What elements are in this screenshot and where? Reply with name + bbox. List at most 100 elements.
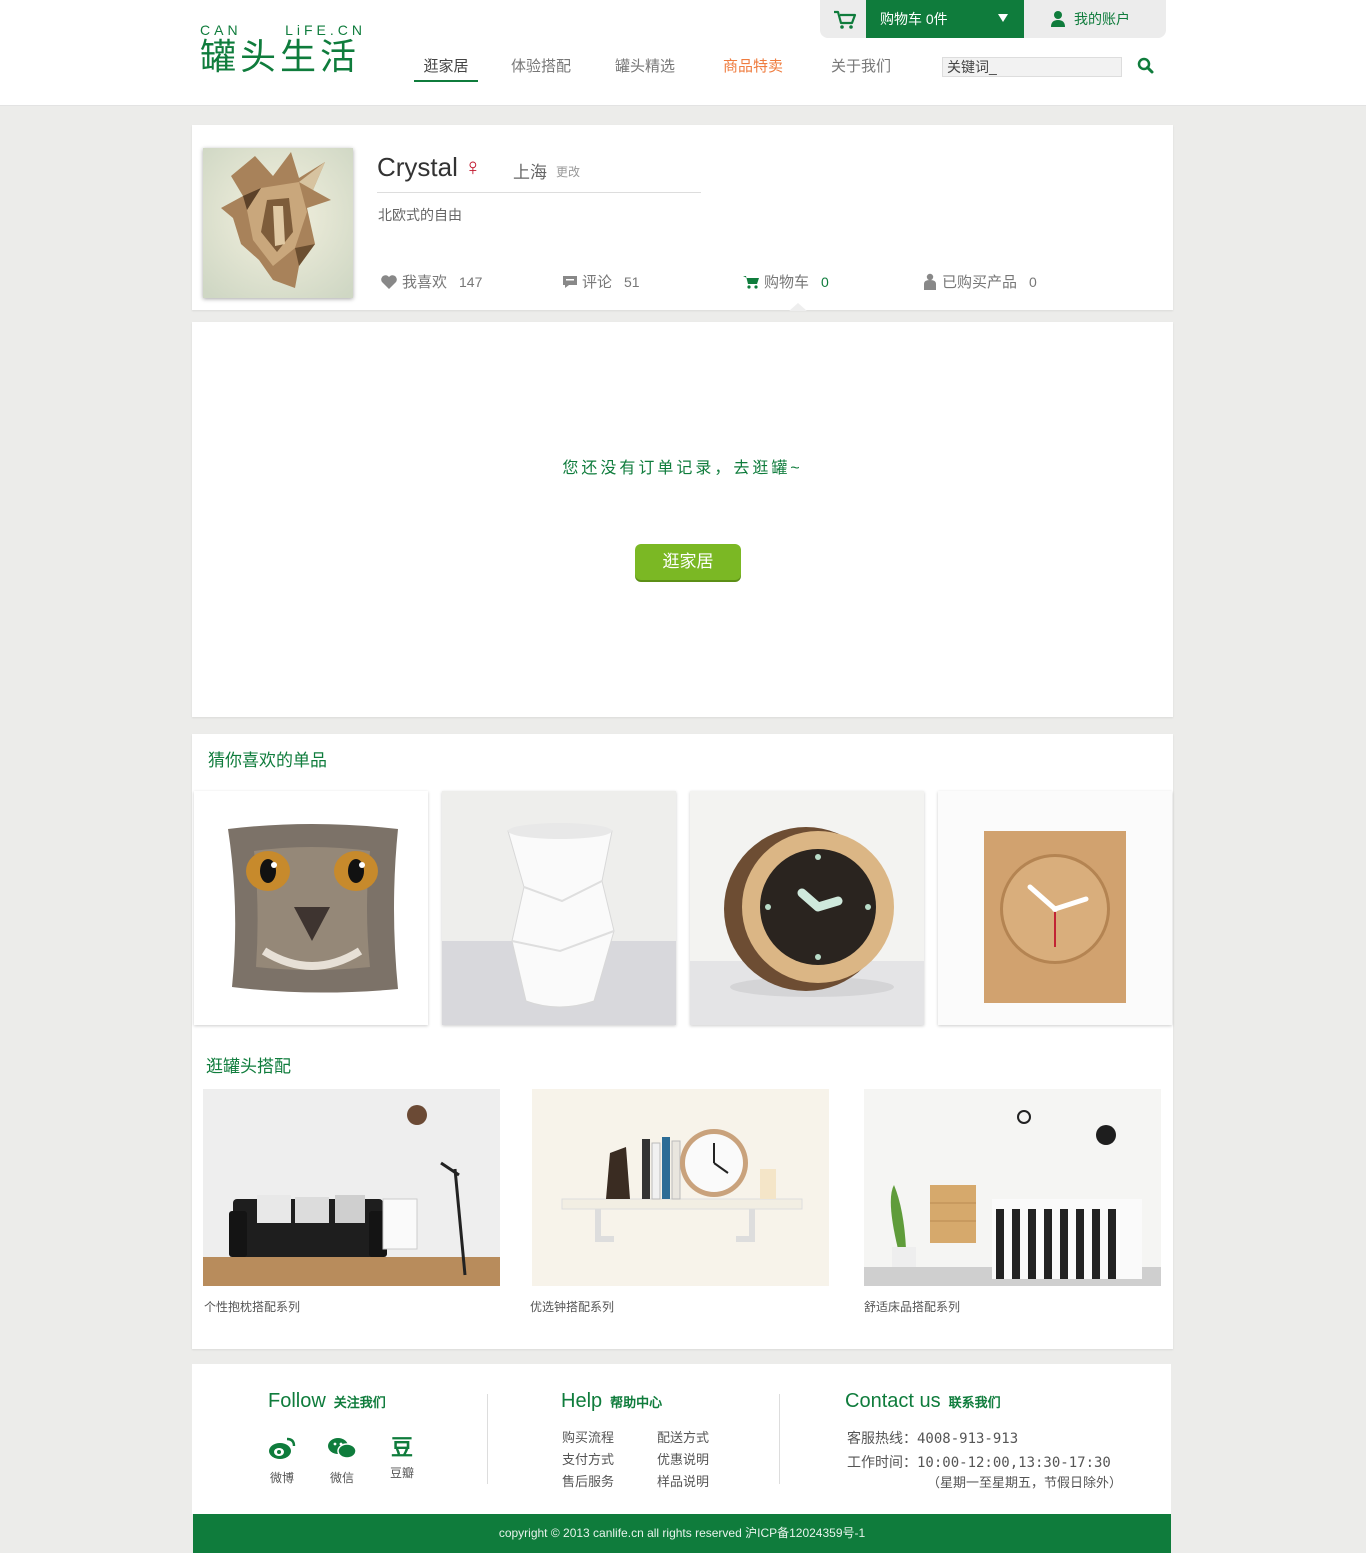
- stat-cart[interactable]: 购物车 0: [742, 271, 829, 292]
- combo-caption-clock[interactable]: 优选钟搭配系列: [530, 1298, 614, 1315]
- user-name-row: Crystal ♀: [377, 152, 482, 183]
- cart-dropdown[interactable]: 购物车 0件: [866, 0, 1024, 38]
- contact-hours-note: （星期一至星期五，节假日除外）: [927, 1476, 1123, 1491]
- profile-divider: [377, 192, 701, 193]
- stat-label: 购物车: [764, 274, 810, 291]
- social-douban[interactable]: 豆 豆瓣: [382, 1436, 422, 1481]
- follow-en: Follow: [268, 1390, 326, 1412]
- logo-en-right: LiFE.CN: [285, 22, 366, 38]
- user-city: 上海: [513, 163, 547, 182]
- nav-item-about[interactable]: 关于我们: [828, 56, 894, 82]
- product-image-white-vase: [442, 791, 676, 1025]
- orders-panel: 您还没有订单记录，去逛罐~ 逛家居: [192, 322, 1173, 717]
- nav-item-sale[interactable]: 商品特卖: [720, 56, 786, 82]
- search-icon: [1137, 57, 1154, 74]
- account-label: 我的账户: [1074, 11, 1130, 27]
- help-cn: 帮助中心: [610, 1395, 663, 1410]
- social-label: 豆瓣: [389, 1466, 414, 1480]
- combo-card[interactable]: [532, 1089, 829, 1286]
- comment-icon: [563, 275, 577, 288]
- contact-hotline: 客服热线：4008-913-913: [847, 1431, 1019, 1447]
- help-link[interactable]: 购买流程: [562, 1427, 614, 1446]
- user-name: Crystal: [377, 152, 458, 182]
- cart-icon: [834, 10, 857, 29]
- help-link[interactable]: 优惠说明: [657, 1449, 709, 1468]
- douban-icon: 豆: [390, 1435, 413, 1460]
- recommend-title: 猜你喜欢的单品: [208, 751, 327, 770]
- combo-card[interactable]: [864, 1089, 1161, 1286]
- product-image-round-clock: [690, 791, 924, 1025]
- combo-card[interactable]: [203, 1089, 500, 1286]
- avatar[interactable]: [203, 148, 353, 298]
- logo-chinese: 罐头生活: [200, 37, 361, 78]
- combos-title: 逛罐头搭配: [206, 1057, 291, 1076]
- female-icon: ♀: [463, 153, 482, 181]
- help-link[interactable]: 配送方式: [657, 1427, 709, 1446]
- main-nav: 逛家居 体验搭配 罐头精选 商品特卖 关于我们: [414, 56, 894, 82]
- bag-icon: [924, 273, 936, 290]
- stat-value: 0: [1029, 273, 1037, 290]
- product-image-square-clock: [938, 791, 1172, 1025]
- stat-label: 已购买产品: [942, 274, 1018, 291]
- heart-icon: [381, 274, 397, 289]
- search-input[interactable]: 关键词_: [942, 57, 1122, 77]
- profile-card: Crystal ♀ 上海 更改 北欧式的自由 我喜欢 147 评论 51 购物车…: [192, 125, 1173, 311]
- stat-purchased[interactable]: 已购买产品 0: [922, 271, 1037, 292]
- follow-cn: 关注我们: [333, 1395, 386, 1410]
- product-card[interactable]: [690, 791, 924, 1025]
- combo-image-sofa: [203, 1089, 500, 1286]
- browse-home-button[interactable]: 逛家居: [635, 544, 741, 580]
- nav-item-experience[interactable]: 体验搭配: [508, 56, 574, 82]
- recommend-section: 猜你喜欢的单品 逛罐头搭配 个性抱枕搭配系列 优选钟搭配系列 舒适床品搭配系列: [192, 734, 1173, 1349]
- contact-heading: Contact us 联系我们: [845, 1390, 1001, 1413]
- site-footer: Follow 关注我们 微博 微信 豆 豆瓣 Help 帮助中心 购买流程 配送…: [192, 1364, 1171, 1514]
- help-heading: Help 帮助中心: [561, 1390, 662, 1413]
- cart-count-label: 购物车 0件: [880, 11, 948, 27]
- combo-caption-bedding[interactable]: 舒适床品搭配系列: [864, 1298, 960, 1315]
- social-label: 微信: [329, 1471, 354, 1485]
- contact-en: Contact us: [845, 1390, 941, 1412]
- cart-icon: [743, 275, 759, 289]
- nav-item-home[interactable]: 逛家居: [414, 56, 478, 82]
- contact-hours: 工作时间：10:00-12:00,13:30-17:30: [847, 1455, 1111, 1471]
- stat-label: 我喜欢: [402, 274, 448, 291]
- stat-comments[interactable]: 评论 51: [562, 271, 640, 292]
- social-wechat[interactable]: 微信: [322, 1436, 362, 1486]
- footer-divider: [487, 1394, 488, 1484]
- product-card[interactable]: [194, 791, 428, 1025]
- top-user-bar: 购物车 0件 我的账户: [820, 0, 1166, 38]
- empty-orders-message: 您还没有订单记录，去逛罐~: [562, 460, 803, 477]
- weibo-icon: [269, 1437, 296, 1459]
- stat-label: 评论: [582, 274, 613, 291]
- help-link[interactable]: 样品说明: [657, 1471, 709, 1490]
- product-card[interactable]: [442, 791, 676, 1025]
- cart-icon-button[interactable]: [820, 0, 866, 38]
- wechat-icon: [328, 1438, 357, 1459]
- chevron-down-icon: [998, 14, 1008, 22]
- product-card[interactable]: [938, 791, 1172, 1025]
- stat-likes[interactable]: 我喜欢 147: [380, 271, 482, 292]
- my-account-link[interactable]: 我的账户: [1050, 0, 1130, 38]
- avatar-image: [203, 148, 353, 298]
- social-label: 微博: [269, 1471, 294, 1485]
- stat-value: 51: [624, 273, 640, 290]
- follow-heading: Follow 关注我们: [268, 1390, 386, 1413]
- combo-image-bedroom: [864, 1089, 1161, 1286]
- copyright-bar: copyright © 2013 canlife.cn all rights r…: [193, 1514, 1171, 1553]
- user-icon: [1051, 11, 1065, 27]
- site-header: CAN LiFE.CN 罐头生活 逛家居 体验搭配 罐头精选 商品特卖 关于我们…: [0, 0, 1366, 106]
- change-city-link[interactable]: 更改: [556, 163, 580, 180]
- help-link[interactable]: 支付方式: [562, 1449, 614, 1468]
- search-button[interactable]: [1136, 56, 1156, 76]
- help-link[interactable]: 售后服务: [562, 1471, 614, 1490]
- combo-caption-pillow[interactable]: 个性抱枕搭配系列: [204, 1298, 300, 1315]
- active-tab-pointer: [789, 303, 807, 311]
- logo-en-left: CAN: [200, 22, 242, 38]
- logo-english: CAN LiFE.CN: [200, 22, 366, 38]
- social-weibo[interactable]: 微博: [262, 1436, 302, 1486]
- stat-value: 0: [821, 273, 829, 290]
- nav-item-selection[interactable]: 罐头精选: [612, 56, 678, 82]
- product-image-cat-pillow: [194, 791, 428, 1025]
- user-motto: 北欧式的自由: [378, 207, 462, 223]
- site-logo[interactable]: CAN LiFE.CN 罐头生活: [200, 22, 370, 78]
